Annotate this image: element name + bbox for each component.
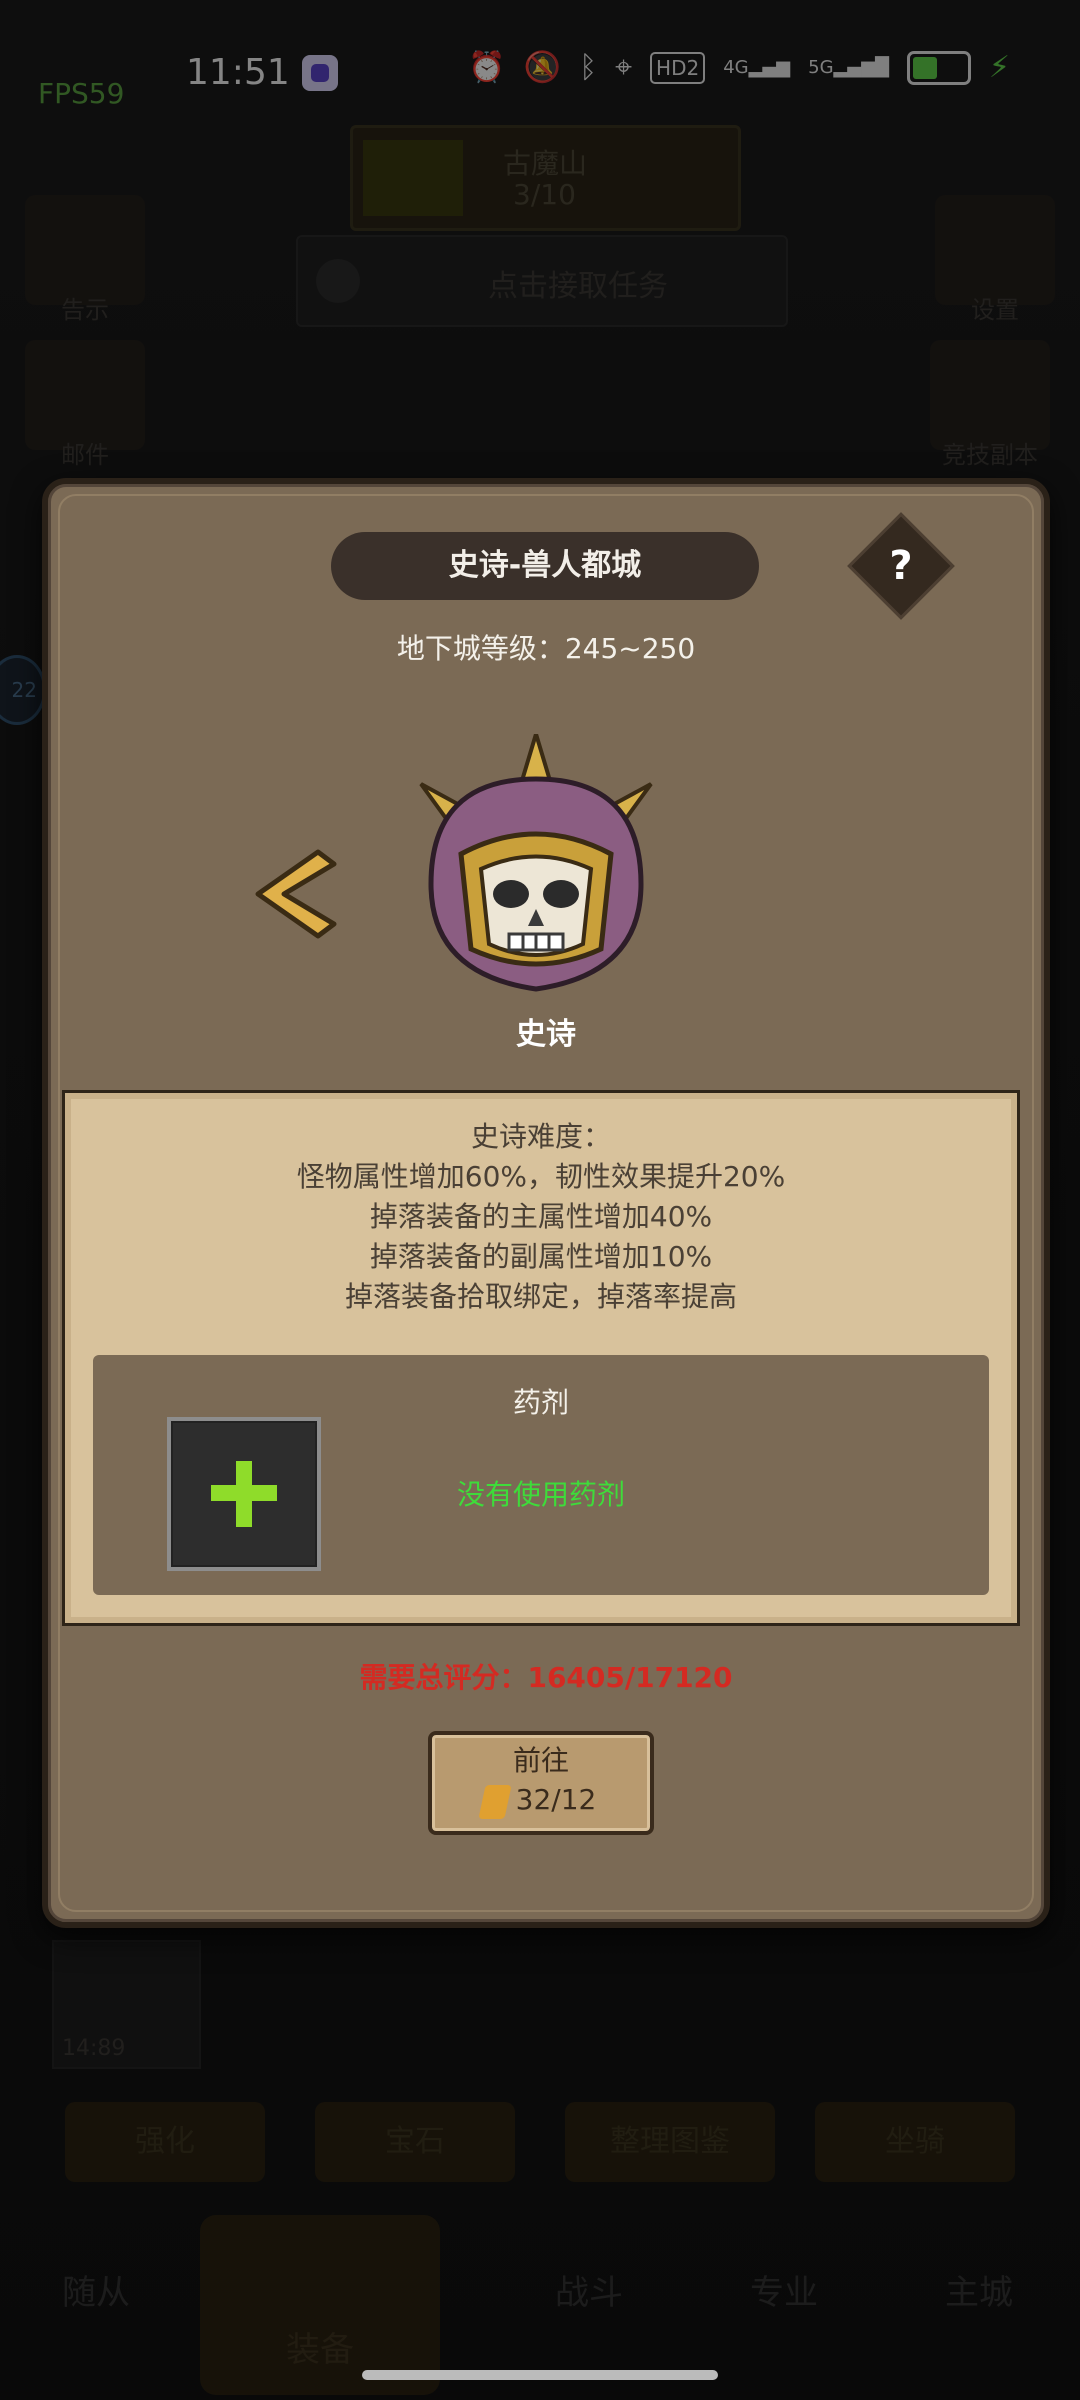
dungeon-level: 地下城等级：245~250 — [396, 632, 696, 665]
go-button[interactable]: 前往 32/12 — [428, 1731, 654, 1835]
potion-panel: 药剂 没有使用药剂 — [93, 1355, 989, 1595]
help-icon: ? — [889, 543, 913, 589]
dungeon-dialog: 史诗-兽人都城 ? 地下城等级：245~250 史诗 史诗难度： 怪物属性增加6… — [42, 478, 1050, 1928]
description-line: 掉落装备的主属性增加40% — [369, 1200, 713, 1233]
description-line: 史诗难度： — [470, 1120, 611, 1153]
epic-skull-helmet-icon — [419, 734, 653, 992]
potion-status: 没有使用药剂 — [456, 1478, 625, 1511]
description-line: 掉落装备的副属性增加10% — [369, 1240, 713, 1273]
home-indicator[interactable] — [362, 2370, 718, 2380]
difficulty-description: 史诗难度： 怪物属性增加60%，韧性效果提升20% 掉落装备的主属性增加40% … — [65, 1117, 1017, 1317]
previous-difficulty-arrow-icon[interactable] — [248, 844, 338, 944]
go-cost: 32/12 — [515, 1783, 597, 1816]
description-line: 怪物属性增加60%，韧性效果提升20% — [296, 1160, 786, 1193]
description-line: 掉落装备拾取绑定，掉落率提高 — [344, 1280, 737, 1313]
go-button-label: 前往 — [512, 1744, 569, 1777]
dialog-title: 史诗-兽人都城 — [331, 532, 759, 600]
potion-title: 药剂 — [512, 1386, 569, 1419]
required-score: 需要总评分：16405/17120 — [359, 1661, 733, 1694]
difficulty-info-panel: 史诗难度： 怪物属性增加60%，韧性效果提升20% 掉落装备的主属性增加40% … — [62, 1090, 1020, 1626]
difficulty-name: 史诗 — [516, 1017, 576, 1052]
